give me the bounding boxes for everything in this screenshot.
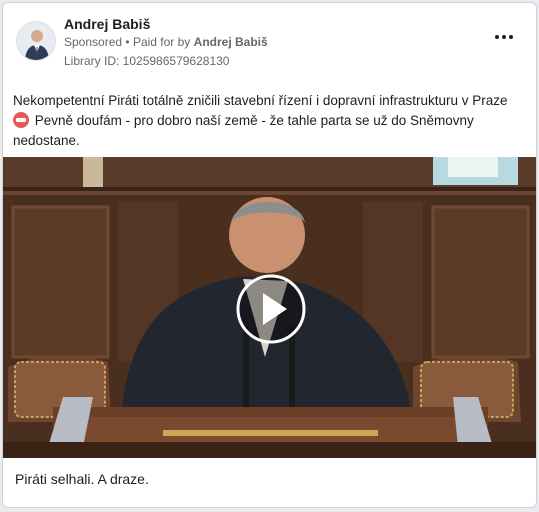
library-id: Library ID: 1025986579628130	[64, 54, 230, 68]
video-player[interactable]	[3, 157, 536, 458]
ad-post-card: Andrej Babiš Sponsored • Paid for by And…	[2, 2, 537, 508]
paid-prefix: Paid for by	[132, 35, 191, 49]
post-text-line-2-wrap: Pevně doufám - pro dobro naší země - že …	[13, 111, 528, 151]
post-text: Nekompetentní Piráti totálně zničili sta…	[13, 91, 528, 151]
play-icon[interactable]	[235, 273, 307, 345]
author-avatar[interactable]	[16, 21, 56, 61]
meta-separator: •	[125, 35, 133, 49]
post-text-line-2: Pevně doufám - pro dobro naší země - že …	[13, 113, 474, 148]
person-avatar-icon	[17, 22, 55, 60]
sponsored-line: Sponsored • Paid for by Andrej Babiš	[64, 35, 268, 49]
author-name[interactable]: Andrej Babiš	[64, 16, 150, 32]
sponsored-label: Sponsored	[64, 35, 123, 49]
post-text-line-1: Nekompetentní Piráti totálně zničili sta…	[13, 93, 508, 108]
no-entry-emoji-icon	[13, 112, 29, 128]
video-caption: Piráti selhali. A draze.	[15, 471, 149, 487]
more-dot	[502, 35, 506, 39]
more-dot	[495, 35, 499, 39]
more-options-button[interactable]	[494, 31, 514, 43]
paid-by-name[interactable]: Andrej Babiš	[194, 35, 268, 49]
more-dot	[509, 35, 513, 39]
